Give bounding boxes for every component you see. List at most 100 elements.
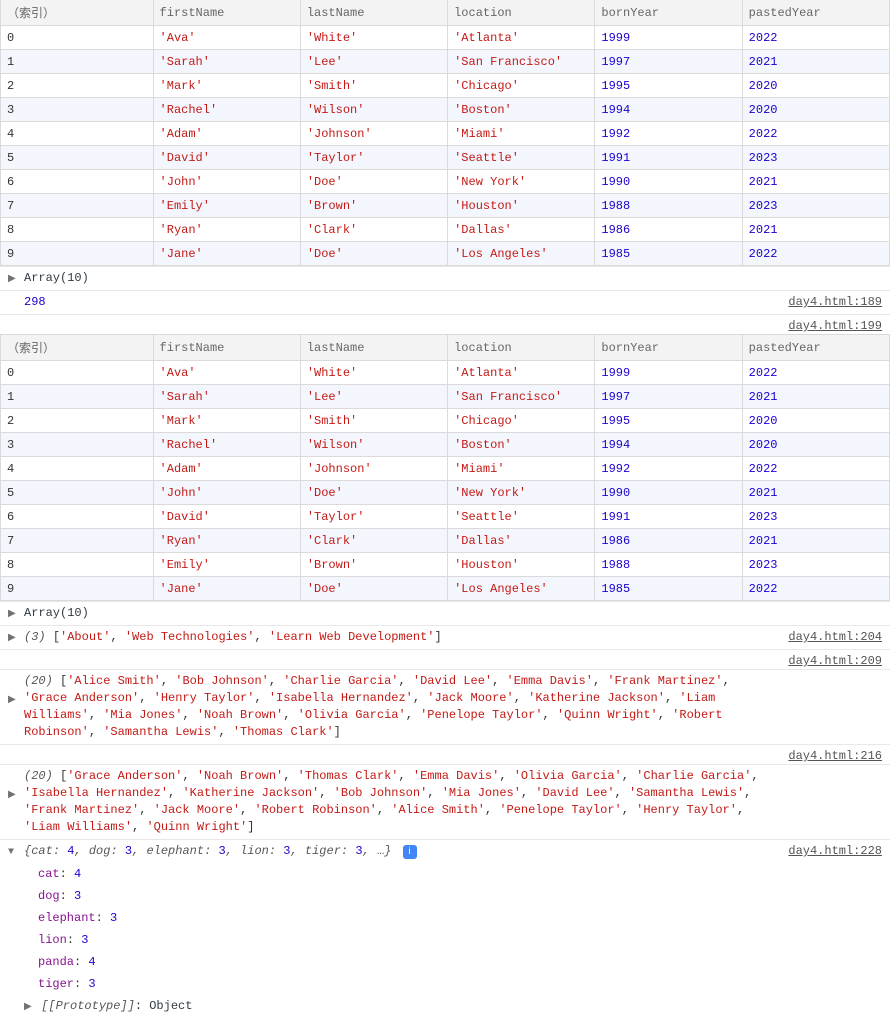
console-log-array20b[interactable]: (20) ['Grace Anderson', 'Noah Brown', 'T…	[0, 764, 890, 839]
cell-lastname: 'Smith'	[300, 409, 447, 433]
cell-firstname: 'John'	[153, 170, 300, 194]
col-bornyear: bornYear	[595, 335, 742, 361]
cell-lastname: 'Doe'	[300, 481, 447, 505]
cell-bornyear: 1999	[595, 361, 742, 385]
console-log-array20a[interactable]: (20) ['Alice Smith', 'Bob Johnson', 'Cha…	[0, 669, 890, 744]
table-row: 8'Ryan''Clark''Dallas'19862021	[1, 218, 890, 242]
cell-pastedyear: 2023	[742, 146, 889, 170]
cell-bornyear: 1994	[595, 98, 742, 122]
console-log-object[interactable]: {cat: 4, dog: 3, elephant: 3, lion: 3, t…	[0, 839, 890, 863]
cell-pastedyear: 2022	[742, 26, 889, 50]
cell-index: 0	[1, 26, 154, 50]
cell-firstname: 'Emily'	[153, 194, 300, 218]
cell-lastname: 'Lee'	[300, 50, 447, 74]
source-link[interactable]: day4.html:204	[788, 629, 882, 646]
info-icon[interactable]: i	[403, 845, 417, 859]
cell-bornyear: 1985	[595, 577, 742, 601]
cell-index: 8	[1, 553, 154, 577]
cell-lastname: 'Brown'	[300, 194, 447, 218]
expand-arrow-icon[interactable]	[8, 787, 18, 804]
cell-lastname: 'White'	[300, 26, 447, 50]
col-pastedyear: pastedYear	[742, 335, 889, 361]
table-row: 3'Rachel''Wilson''Boston'19942020	[1, 98, 890, 122]
cell-pastedyear: 2022	[742, 361, 889, 385]
cell-firstname: 'Ryan'	[153, 218, 300, 242]
col-location: location	[448, 0, 595, 26]
object-entry: dog: 3	[0, 885, 890, 907]
cell-firstname: 'David'	[153, 505, 300, 529]
table-row: 9'Jane''Doe''Los Angeles'19852022	[1, 242, 890, 266]
cell-pastedyear: 2020	[742, 98, 889, 122]
array-summary-2[interactable]: Array(10)	[0, 601, 890, 625]
table-row: 1'Sarah''Lee''San Francisco'19972021	[1, 385, 890, 409]
cell-pastedyear: 2020	[742, 433, 889, 457]
collapse-arrow-icon[interactable]	[8, 844, 18, 861]
cell-index: 4	[1, 122, 154, 146]
cell-index: 2	[1, 409, 154, 433]
source-link[interactable]: day4.html:209	[788, 653, 882, 670]
cell-index: 6	[1, 505, 154, 529]
cell-lastname: 'Taylor'	[300, 505, 447, 529]
cell-pastedyear: 2021	[742, 50, 889, 74]
cell-bornyear: 1994	[595, 433, 742, 457]
source-link[interactable]: day4.html:199	[788, 318, 882, 335]
cell-lastname: 'Wilson'	[300, 433, 447, 457]
cell-lastname: 'Clark'	[300, 218, 447, 242]
cell-firstname: 'David'	[153, 146, 300, 170]
cell-lastname: 'Clark'	[300, 529, 447, 553]
cell-lastname: 'Taylor'	[300, 146, 447, 170]
table-row: 0'Ava''White''Atlanta'19992022	[1, 361, 890, 385]
cell-firstname: 'Sarah'	[153, 385, 300, 409]
cell-firstname: 'Ava'	[153, 26, 300, 50]
cell-location: 'New York'	[448, 481, 595, 505]
expand-arrow-icon[interactable]	[8, 692, 18, 709]
table-row: 4'Adam''Johnson''Miami'19922022	[1, 122, 890, 146]
cell-index: 5	[1, 481, 154, 505]
expand-arrow-icon[interactable]	[8, 630, 18, 647]
cell-location: 'Miami'	[448, 122, 595, 146]
cell-index: 3	[1, 98, 154, 122]
cell-bornyear: 1986	[595, 218, 742, 242]
source-link[interactable]: day4.html:216	[788, 748, 882, 765]
cell-pastedyear: 2022	[742, 122, 889, 146]
cell-bornyear: 1999	[595, 26, 742, 50]
cell-location: 'Chicago'	[448, 74, 595, 98]
source-link[interactable]: day4.html:228	[788, 843, 882, 860]
object-entry: lion: 3	[0, 929, 890, 951]
cell-bornyear: 1995	[595, 409, 742, 433]
object-prototype[interactable]: [[Prototype]]: Object	[0, 995, 890, 1019]
cell-index: 9	[1, 577, 154, 601]
expand-arrow-icon[interactable]	[8, 606, 18, 623]
console-log-array3[interactable]: (3) ['About', 'Web Technologies', 'Learn…	[0, 625, 890, 649]
cell-pastedyear: 2021	[742, 481, 889, 505]
array-summary-1[interactable]: Array(10)	[0, 266, 890, 290]
table-row: 9'Jane''Doe''Los Angeles'19852022	[1, 577, 890, 601]
cell-firstname: 'Rachel'	[153, 98, 300, 122]
cell-location: 'Los Angeles'	[448, 577, 595, 601]
cell-pastedyear: 2021	[742, 170, 889, 194]
cell-index: 1	[1, 385, 154, 409]
object-entry: tiger: 3	[0, 973, 890, 995]
cell-bornyear: 1992	[595, 457, 742, 481]
cell-index: 8	[1, 218, 154, 242]
col-firstname: firstName	[153, 0, 300, 26]
cell-location: 'Seattle'	[448, 505, 595, 529]
cell-location: 'San Francisco'	[448, 50, 595, 74]
cell-firstname: 'Ryan'	[153, 529, 300, 553]
source-link[interactable]: day4.html:189	[788, 294, 882, 311]
object-entry: panda: 4	[0, 951, 890, 973]
table-row: 2'Mark''Smith''Chicago'19952020	[1, 409, 890, 433]
cell-lastname: 'Doe'	[300, 170, 447, 194]
expand-arrow-icon[interactable]	[8, 271, 18, 288]
col-bornyear: bornYear	[595, 0, 742, 26]
object-entry: cat: 4	[0, 863, 890, 885]
cell-location: 'Boston'	[448, 433, 595, 457]
cell-location: 'Miami'	[448, 457, 595, 481]
cell-location: 'Seattle'	[448, 146, 595, 170]
object-entries: cat: 4dog: 3elephant: 3lion: 3panda: 4ti…	[0, 863, 890, 995]
cell-location: 'San Francisco'	[448, 385, 595, 409]
table-2-body: 0'Ava''White''Atlanta'199920221'Sarah' 'L…	[1, 361, 890, 601]
cell-firstname: 'Jane'	[153, 577, 300, 601]
cell-bornyear: 1997	[595, 50, 742, 74]
cell-index: 7	[1, 529, 154, 553]
